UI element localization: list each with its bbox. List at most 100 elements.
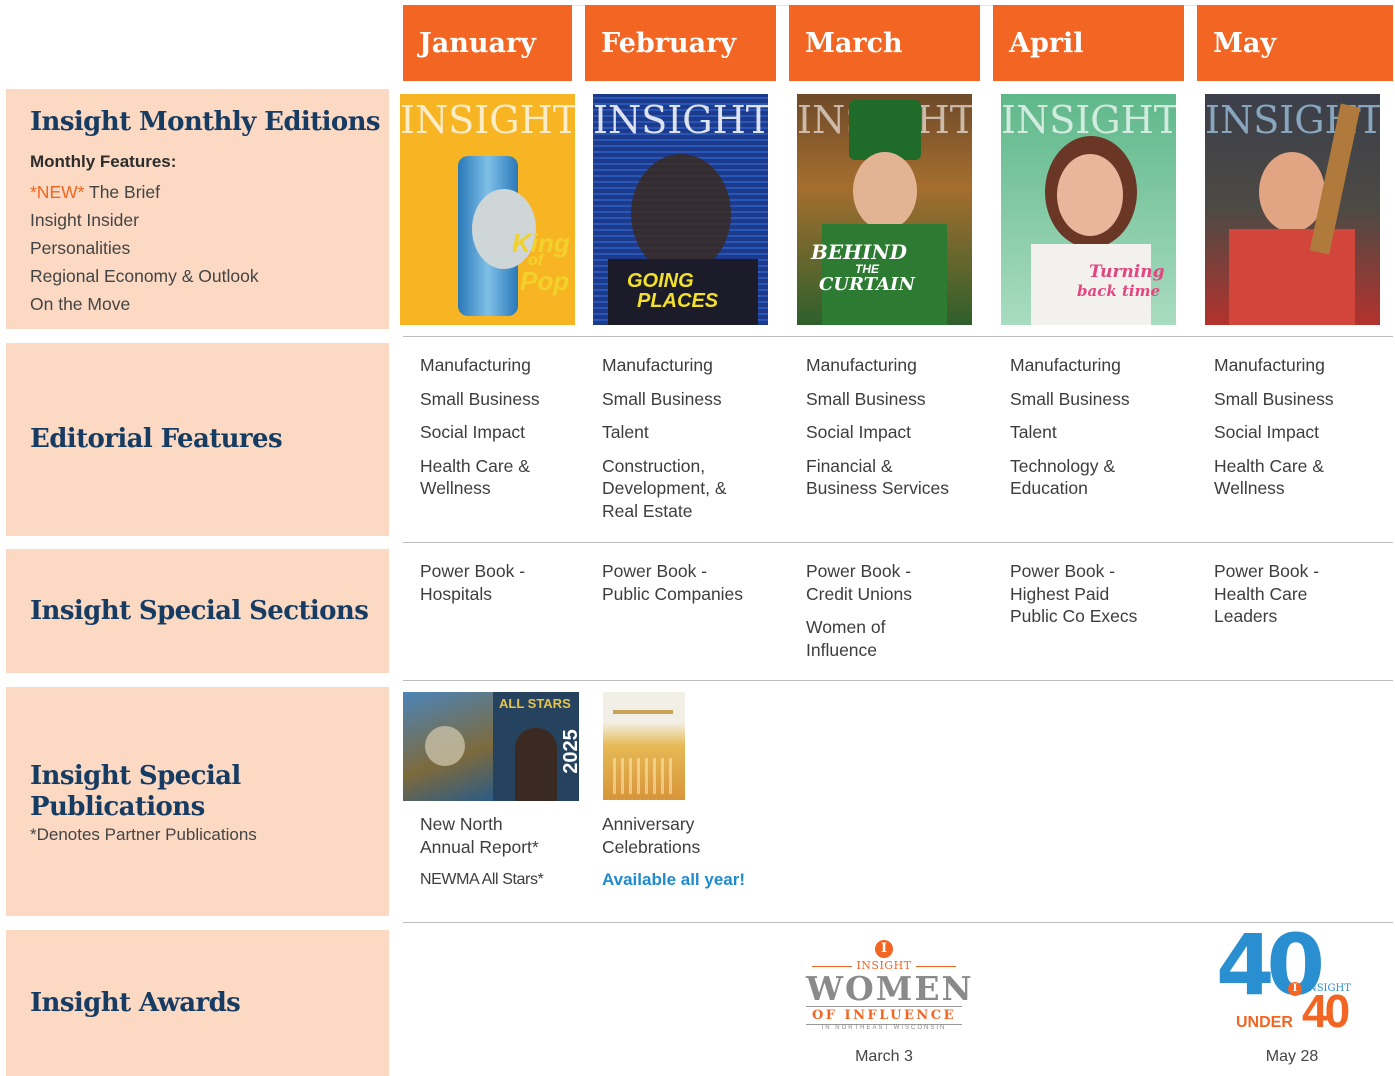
insight-i-icon: I	[875, 940, 893, 958]
editorial-item: Financial & Business Services	[806, 455, 949, 499]
pubs-col-january: New North Annual Report* NEWMA All Stars…	[420, 813, 590, 903]
editorial-item: Health Care & Wellness	[420, 455, 530, 499]
women-of-influence-logo: I INSIGHT WOMEN OF INFLUENCE IN NORTHEAS…	[806, 940, 974, 1040]
woi-brand: INSIGHT	[806, 959, 962, 972]
editorial-item: Small Business	[1010, 388, 1130, 409]
compass-image	[425, 726, 465, 766]
publication-item: NEWMA All Stars*	[420, 871, 544, 888]
insight-i-icon: I	[1288, 982, 1302, 996]
hat-image	[849, 100, 921, 160]
pubs-col-february: Anniversary Celebrations Available all y…	[602, 813, 782, 903]
editorial-item: Construction, Development, & Real Estate	[602, 455, 727, 521]
cover-headline: Turning	[1089, 262, 1165, 282]
month-header-may: May	[1197, 5, 1393, 81]
publication-thumb-anniversary	[603, 692, 685, 800]
woi-subtitle: OF INFLUENCE	[806, 1006, 962, 1025]
row-title: Insight Special Sections	[30, 595, 369, 626]
month-header-april: April	[993, 5, 1184, 81]
editorial-item: Small Business	[420, 388, 540, 409]
row-label-special-sections: Insight Special Sections	[6, 549, 389, 673]
publication-item: Anniversary Celebrations	[602, 814, 701, 857]
editorial-item: Manufacturing	[1010, 355, 1121, 375]
face-image	[1057, 154, 1123, 236]
row-label-editorial-features: Editorial Features	[6, 343, 389, 536]
feature-item: *NEW* The Brief	[30, 182, 160, 202]
cover-headline: back time	[1077, 282, 1160, 300]
anniversary-title-bar	[613, 710, 673, 714]
row-label-special-publications: Insight Special Publications *Denotes Pa…	[6, 687, 389, 916]
section-item: Power Book - Highest Paid Public Co Exec…	[1010, 561, 1138, 626]
cover-january: INSIGHT King of Pop	[400, 94, 575, 325]
month-header-february: February	[585, 5, 776, 81]
editorial-col-january: Manufacturing Small Business Social Impa…	[420, 354, 585, 511]
row-title: Insight Special	[30, 761, 241, 791]
cover-headline: BEHIND	[811, 240, 908, 264]
editorial-item: Social Impact	[1214, 422, 1320, 442]
cover-masthead: INSIGHT	[593, 98, 768, 142]
editorial-item: Small Business	[1214, 388, 1334, 409]
forty-under-label: UNDER	[1236, 1014, 1293, 1031]
cover-march: INSIGHT BEHIND THE CURTAIN	[797, 94, 972, 325]
woi-date: March 3	[855, 1048, 913, 1065]
forty-small-number: 40	[1302, 985, 1350, 1037]
availability-note: Available all year!	[602, 870, 746, 889]
forty-date: May 28	[1265, 1048, 1319, 1065]
woi-region: IN NORTHEAST WISCONSIN	[821, 1025, 947, 1031]
cover-headline: CURTAIN	[819, 274, 915, 295]
row-title: Publications	[30, 792, 205, 822]
new-badge: *NEW*	[30, 182, 85, 202]
forty-under-forty-logo: 40 I INSIGHT UNDER 40	[1216, 916, 1368, 1040]
section-item: Power Book - Public Companies	[602, 561, 744, 604]
editorial-item: Manufacturing	[1214, 355, 1325, 375]
sections-col-february: Power Book - Public Companies	[602, 560, 782, 616]
section-item: Power Book - Health Care Leaders	[1214, 561, 1320, 626]
editorial-item: Small Business	[806, 388, 926, 409]
editorial-col-march: Manufacturing Small Business Social Impa…	[806, 354, 986, 511]
row-divider	[403, 336, 1393, 337]
feature-item: On the Move	[30, 294, 131, 314]
row-label-awards: Insight Awards	[6, 930, 389, 1076]
woi-title: WOMEN	[806, 969, 974, 1008]
cover-headline: PLACES	[637, 290, 719, 312]
face-image	[853, 152, 917, 230]
sections-col-may: Power Book - Health Care Leaders	[1214, 560, 1389, 639]
editorial-item: Manufacturing	[602, 355, 713, 375]
sections-col-january: Power Book - Hospitals	[420, 560, 585, 616]
cover-headline: Pop	[520, 266, 570, 296]
section-item: Power Book - Credit Unions	[806, 561, 913, 604]
editorial-item: Technology & Education	[1010, 455, 1116, 499]
cover-may: INSIGHT	[1205, 94, 1380, 325]
all-stars-label: ALL STARS	[499, 696, 571, 711]
editorial-item: Social Impact	[420, 422, 526, 442]
row-divider	[403, 542, 1393, 543]
row-divider	[403, 680, 1393, 681]
row-label-monthly-editions: Insight Monthly Editions Monthly Feature…	[6, 89, 389, 329]
apron-image	[1229, 229, 1355, 325]
row-title: Insight Awards	[30, 987, 241, 1018]
editorial-col-april: Manufacturing Small Business Talent Tech…	[1010, 354, 1190, 511]
month-header-march: March	[789, 5, 980, 81]
row-title: Editorial Features	[30, 424, 283, 454]
celebration-image	[613, 758, 675, 794]
publication-item: New North Annual Report*	[420, 814, 539, 857]
cover-april: INSIGHT Turning back time	[1001, 94, 1176, 325]
month-header-january: January	[403, 5, 572, 81]
editorial-item: Manufacturing	[806, 355, 917, 375]
section-item: Women of Influence	[806, 617, 886, 660]
editorial-item: Talent	[1010, 422, 1057, 442]
feature-item: Personalities	[30, 238, 131, 258]
editorial-item: Health Care & Wellness	[1214, 455, 1324, 499]
publication-thumb-new-north: ALL STARS 2025	[403, 692, 579, 801]
feature-item: Regional Economy & Outlook	[30, 266, 259, 286]
person-image	[515, 728, 557, 801]
editorial-col-february: Manufacturing Small Business Talent Cons…	[602, 354, 782, 533]
sections-col-march: Power Book - Credit Unions Women of Infl…	[806, 560, 986, 672]
editorial-item: Small Business	[602, 388, 722, 409]
partner-note: *Denotes Partner Publications	[30, 825, 257, 844]
sections-col-april: Power Book - Highest Paid Public Co Exec…	[1010, 560, 1190, 639]
cover-february: INSIGHT GOING PLACES	[593, 94, 768, 325]
cover-masthead: INSIGHT	[400, 98, 575, 142]
editorial-col-may: Manufacturing Small Business Social Impa…	[1214, 354, 1389, 511]
face-image	[631, 154, 731, 274]
year-label: 2025	[559, 729, 579, 774]
